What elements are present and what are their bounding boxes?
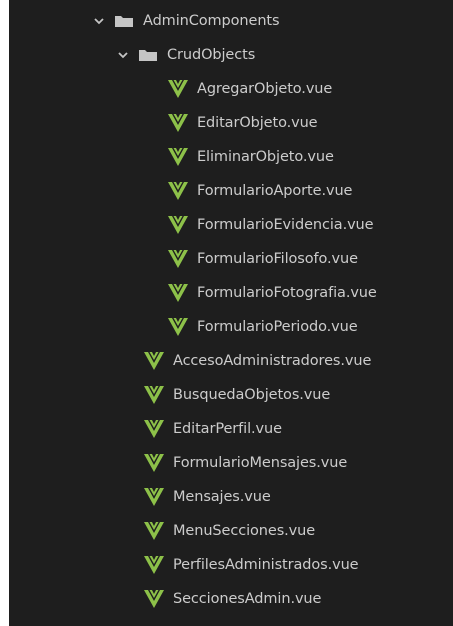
chevron-down-icon[interactable] [92, 14, 106, 28]
file-row[interactable]: FormularioPeriodo.vue [168, 310, 358, 344]
file-row[interactable]: EditarPerfil.vue [144, 412, 282, 446]
folder-icon [114, 14, 134, 28]
vue-icon [144, 454, 164, 472]
vue-icon [168, 284, 188, 302]
vue-icon [144, 352, 164, 370]
folder-icon [138, 48, 158, 62]
file-row[interactable]: BusquedaObjetos.vue [144, 378, 330, 412]
file-label: Mensajes.vue [173, 489, 271, 505]
vue-icon [168, 250, 188, 268]
file-label: FormularioAporte.vue [197, 183, 353, 199]
file-label: EditarPerfil.vue [173, 421, 282, 437]
file-row[interactable]: EliminarObjeto.vue [168, 140, 334, 174]
file-label: SeccionesAdmin.vue [173, 591, 322, 607]
vue-icon [168, 182, 188, 200]
file-row[interactable]: EditarObjeto.vue [168, 106, 318, 140]
file-label: FormularioFotografia.vue [197, 285, 377, 301]
file-row[interactable]: FormularioMensajes.vue [144, 446, 347, 480]
vue-icon [168, 216, 188, 234]
file-row[interactable]: FormularioFilosofo.vue [168, 242, 358, 276]
file-label: FormularioPeriodo.vue [197, 319, 358, 335]
file-label: EditarObjeto.vue [197, 115, 318, 131]
file-label: MenuSecciones.vue [173, 523, 316, 539]
vue-icon [144, 556, 164, 574]
file-label: BusquedaObjetos.vue [173, 387, 331, 403]
folder-label: AdminComponents [143, 13, 280, 29]
file-row[interactable]: SeccionesAdmin.vue [144, 582, 321, 616]
file-label: AccesoAdministradores.vue [173, 353, 372, 369]
file-row[interactable]: FormularioFotografia.vue [168, 276, 377, 310]
vue-icon [144, 488, 164, 506]
file-row[interactable]: FormularioAporte.vue [168, 174, 352, 208]
vue-icon [168, 114, 188, 132]
file-row[interactable]: FormularioEvidencia.vue [168, 208, 374, 242]
vue-icon [168, 148, 188, 166]
file-row[interactable]: MenuSecciones.vue [144, 514, 315, 548]
folder-row-admin-components[interactable]: AdminComponents [92, 4, 280, 38]
file-label: FormularioFilosofo.vue [197, 251, 358, 267]
file-row[interactable]: PerfilesAdministrados.vue [144, 548, 359, 582]
file-label: EliminarObjeto.vue [197, 149, 334, 165]
file-row[interactable]: AgregarObjeto.vue [168, 72, 332, 106]
file-label: FormularioMensajes.vue [173, 455, 348, 471]
chevron-down-icon[interactable] [116, 48, 130, 62]
file-explorer-tree: AdminComponents CrudObjects AgregarObjet… [9, 0, 453, 626]
file-label: AgregarObjeto.vue [197, 81, 333, 97]
folder-label: CrudObjects [167, 47, 256, 63]
vue-icon [168, 80, 188, 98]
file-row[interactable]: Mensajes.vue [144, 480, 271, 514]
file-row[interactable]: AccesoAdministradores.vue [144, 344, 371, 378]
file-label: PerfilesAdministrados.vue [173, 557, 359, 573]
vue-icon [168, 318, 188, 336]
vue-icon [144, 590, 164, 608]
vue-icon [144, 420, 164, 438]
vue-icon [144, 386, 164, 404]
vue-icon [144, 522, 164, 540]
folder-row-crud-objects[interactable]: CrudObjects [116, 38, 255, 72]
file-label: FormularioEvidencia.vue [197, 217, 374, 233]
